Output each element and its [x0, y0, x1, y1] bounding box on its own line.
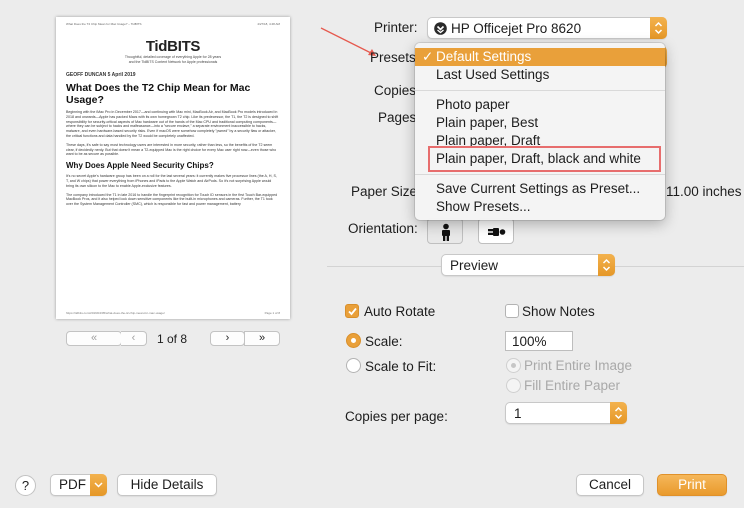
menu-item-label: Plain paper, Best	[436, 115, 539, 130]
show-notes-label: Show Notes	[522, 304, 595, 319]
landscape-orientation-button[interactable]	[478, 218, 514, 244]
annotation-highlight-box	[428, 146, 661, 172]
paper-size-dimension: 11.00 inches	[666, 184, 742, 199]
preview-article-title: What Does the T2 Chip Mean for Mac Usage…	[66, 82, 251, 106]
portrait-person-icon	[442, 223, 450, 241]
preview-byline: GEOFF DUNCAN 5 April 2019	[66, 72, 136, 78]
preview-subheading: Why Does Apple Need Security Chips?	[66, 161, 214, 171]
printer-label: Printer:	[374, 20, 418, 35]
page-status: 1 of 8	[157, 332, 188, 346]
popup-arrows-icon	[650, 17, 667, 39]
menu-item-save-preset[interactable]: Save Current Settings as Preset...	[415, 180, 665, 198]
menu-item-label: Photo paper	[436, 97, 510, 112]
menu-item-default-settings[interactable]: ✓ Default Settings	[415, 48, 665, 66]
auto-rotate-label: Auto Rotate	[364, 304, 436, 319]
scale-to-fit-label: Scale to Fit:	[365, 359, 437, 374]
preview-paragraph: These days, it's safe to say most techno…	[66, 142, 277, 157]
checkmark-icon	[348, 307, 357, 316]
printer-icon	[434, 22, 447, 38]
menu-item-last-used-settings[interactable]: Last Used Settings	[415, 66, 665, 84]
preview-paragraph: It's no secret Apple's hardware group ha…	[66, 174, 277, 188]
help-button[interactable]: ?	[15, 475, 36, 496]
question-mark-icon: ?	[21, 478, 30, 493]
chevron-down-icon	[90, 474, 107, 496]
preview-header-left: What Does the T2 Chip Mean for Mac Usage…	[66, 22, 142, 26]
menu-item-label: Show Presets...	[436, 199, 531, 214]
chevron-left-icon: ‹	[131, 332, 136, 344]
paper-size-label: Paper Size	[351, 184, 418, 199]
menu-item-show-presets[interactable]: Show Presets...	[415, 198, 665, 216]
copies-per-page-label: Copies per page:	[345, 409, 448, 424]
preview-header: What Does the T2 Chip Mean for Mac Usage…	[66, 22, 280, 26]
orientation-label: Orientation:	[348, 221, 418, 236]
menu-separator	[415, 90, 665, 91]
popup-arrows-icon	[598, 254, 615, 276]
hide-details-button[interactable]: Hide Details	[117, 474, 217, 496]
landscape-person-icon	[488, 228, 506, 236]
section-popup-value: Preview	[450, 258, 499, 273]
print-entire-image-label: Print Entire Image	[524, 358, 633, 373]
preview-paragraph: The company introduced the T1 in late 20…	[66, 192, 278, 207]
portrait-orientation-button[interactable]	[427, 218, 463, 244]
double-chevron-right-icon: »	[258, 332, 266, 344]
print-preview-page: What Does the T2 Chip Mean for Mac Usage…	[56, 17, 290, 319]
cancel-button[interactable]: Cancel	[576, 474, 644, 496]
scale-label: Scale:	[365, 334, 403, 349]
preview-tagline-2: and the TidBITS Content Network for Appl…	[128, 60, 218, 64]
menu-item-label: Last Used Settings	[436, 67, 550, 82]
menu-item-label: Default Settings	[436, 49, 532, 64]
pages-label: Pages	[378, 110, 417, 125]
print-button[interactable]: Print	[657, 474, 727, 496]
popup-arrows-icon	[610, 402, 627, 424]
menu-item-label: Save Current Settings as Preset...	[436, 181, 641, 196]
menu-item-plain-paper-best[interactable]: Plain paper, Best	[415, 114, 665, 132]
preview-footer: https://tidbits.com/2019/04/05/what-does…	[66, 311, 280, 315]
preview-header-right: 4/27/18, 4:48 AM	[257, 22, 280, 26]
pdf-menu-button[interactable]: PDF	[50, 474, 107, 496]
copies-label: Copies	[374, 83, 417, 98]
tidbits-logo: TidBITS	[145, 38, 201, 55]
scale-input[interactable]: 100%	[505, 331, 573, 351]
scale-to-fit-radio[interactable]	[346, 358, 361, 373]
show-notes-checkbox[interactable]	[505, 304, 519, 318]
preview-footer-left: https://tidbits.com/2019/04/05/what-does…	[66, 311, 165, 315]
first-page-button[interactable]: «	[66, 331, 122, 346]
copies-per-page-value: 1	[514, 406, 522, 421]
pdf-label: PDF	[59, 477, 86, 492]
scale-radio[interactable]	[346, 333, 361, 348]
preview-footer-right: Page 1 of 8	[264, 311, 280, 315]
menu-separator	[415, 174, 665, 175]
menu-item-photo-paper[interactable]: Photo paper	[415, 96, 665, 114]
copies-per-page-popup[interactable]: 1	[505, 402, 627, 424]
printer-value: HP Officejet Pro 8620	[451, 21, 582, 36]
section-popup[interactable]: Preview	[441, 254, 615, 276]
last-page-button[interactable]: »	[244, 331, 280, 346]
presets-label: Presets	[370, 50, 416, 65]
chevron-right-icon: ›	[225, 332, 230, 344]
fill-entire-paper-label: Fill Entire Paper	[524, 378, 621, 393]
print-entire-image-radio[interactable]	[506, 358, 521, 373]
auto-rotate-checkbox[interactable]	[345, 304, 359, 318]
presets-dropdown-menu: ✓ Default Settings Last Used Settings Ph…	[415, 43, 665, 220]
preview-paragraph: Beginning with the iMac Pro in December …	[66, 110, 279, 138]
checkmark-icon: ✓	[422, 49, 434, 64]
printer-popup[interactable]: HP Officejet Pro 8620	[427, 17, 667, 39]
next-page-button[interactable]: ›	[210, 331, 245, 346]
previous-page-button[interactable]: ‹	[121, 331, 147, 346]
double-chevron-left-icon: «	[90, 332, 98, 344]
fill-entire-paper-radio[interactable]	[506, 378, 521, 393]
